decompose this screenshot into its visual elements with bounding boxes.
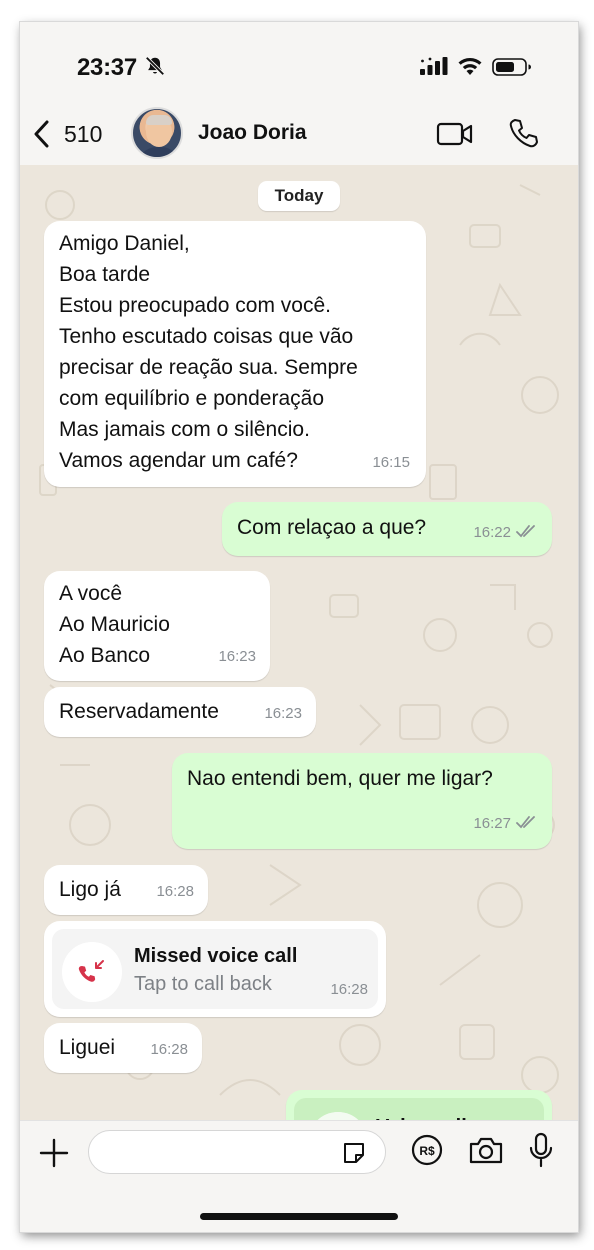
back-unread-count[interactable]: 510 xyxy=(64,121,102,148)
message-text: Com relaçao a que? xyxy=(237,516,427,539)
message-text: Reservadamente xyxy=(59,700,219,723)
wifi-icon xyxy=(458,57,482,75)
svg-text:R$: R$ xyxy=(419,1144,435,1158)
message-meta: 16:22 xyxy=(473,517,538,548)
read-ticks-icon xyxy=(516,816,535,829)
status-bar: 23:37 xyxy=(20,22,578,112)
read-ticks-icon xyxy=(516,525,535,538)
message-text: Amigo Daniel, Boa tarde Estou preocupado… xyxy=(59,232,358,472)
voice-call-title: Voice call xyxy=(376,1112,467,1120)
message-text: Liguei xyxy=(59,1036,116,1059)
home-indicator[interactable] xyxy=(200,1213,398,1220)
missed-call-icon xyxy=(62,942,122,1002)
message-time: 16:22 xyxy=(473,524,511,541)
message-outgoing[interactable]: Nao entendi bem, quer me ligar? 16:27 xyxy=(172,753,552,849)
message-time: 16:23 xyxy=(218,648,256,665)
message-meta: 16:27 xyxy=(473,808,538,839)
message-time: 16:28 xyxy=(150,1041,188,1058)
avatar[interactable] xyxy=(131,107,183,159)
voice-call-inner: Voice call xyxy=(294,1098,544,1120)
signal-icon xyxy=(420,57,448,75)
outgoing-call-icon xyxy=(308,1112,368,1120)
contact-name[interactable]: Joao Doria xyxy=(198,121,307,145)
message-text: Ligo já xyxy=(59,878,121,901)
message-time: 16:23 xyxy=(264,705,302,722)
voice-call-card[interactable]: Voice call xyxy=(286,1090,552,1120)
chevron-left-icon[interactable] xyxy=(32,119,52,149)
message-text: Nao entendi bem, quer me ligar? xyxy=(187,767,493,790)
message-incoming[interactable]: Liguei 16:28 xyxy=(44,1023,202,1073)
message-incoming[interactable]: Amigo Daniel, Boa tarde Estou preocupado… xyxy=(44,221,426,487)
missed-call-title: Missed voice call xyxy=(134,945,298,967)
status-time: 23:37 xyxy=(77,54,137,81)
message-time: 16:28 xyxy=(156,883,194,900)
message-text: A você Ao Mauricio Ao Banco xyxy=(59,582,170,667)
missed-call-subtitle[interactable]: Tap to call back xyxy=(134,969,272,1000)
composer-bar: R$ xyxy=(20,1120,578,1232)
battery-icon xyxy=(492,58,531,76)
chat-header: 510 Joao Doria xyxy=(20,107,578,165)
message-incoming[interactable]: Ligo já 16:28 xyxy=(44,865,208,915)
missed-call-inner: Missed voice call Tap to call back xyxy=(52,929,378,1009)
bell-slash-icon xyxy=(145,56,165,76)
message-time: 16:15 xyxy=(372,454,410,471)
phone-icon[interactable] xyxy=(508,117,538,149)
message-time: 16:27 xyxy=(473,815,511,832)
missed-call-card[interactable]: Missed voice call Tap to call back 16:28 xyxy=(44,921,386,1017)
phone-screen: 23:37 510 Joao Doria Today Amigo Daniel,… xyxy=(20,22,578,1232)
message-outgoing[interactable]: Com relaçao a que? 16:22 xyxy=(222,502,552,556)
date-divider: Today xyxy=(258,181,340,211)
message-time: 16:28 xyxy=(330,981,368,998)
sticker-icon[interactable] xyxy=(341,1140,367,1166)
microphone-icon[interactable] xyxy=(529,1132,553,1168)
camera-icon[interactable] xyxy=(468,1135,504,1165)
message-input[interactable] xyxy=(88,1130,386,1174)
message-incoming[interactable]: Reservadamente 16:23 xyxy=(44,687,316,737)
video-call-icon[interactable] xyxy=(436,120,474,148)
message-incoming[interactable]: A você Ao Mauricio Ao Banco 16:23 xyxy=(44,571,270,681)
pix-icon[interactable]: R$ xyxy=(411,1134,443,1166)
plus-icon[interactable] xyxy=(38,1137,70,1169)
chat-area[interactable]: Today Amigo Daniel, Boa tarde Estou preo… xyxy=(20,165,578,1120)
